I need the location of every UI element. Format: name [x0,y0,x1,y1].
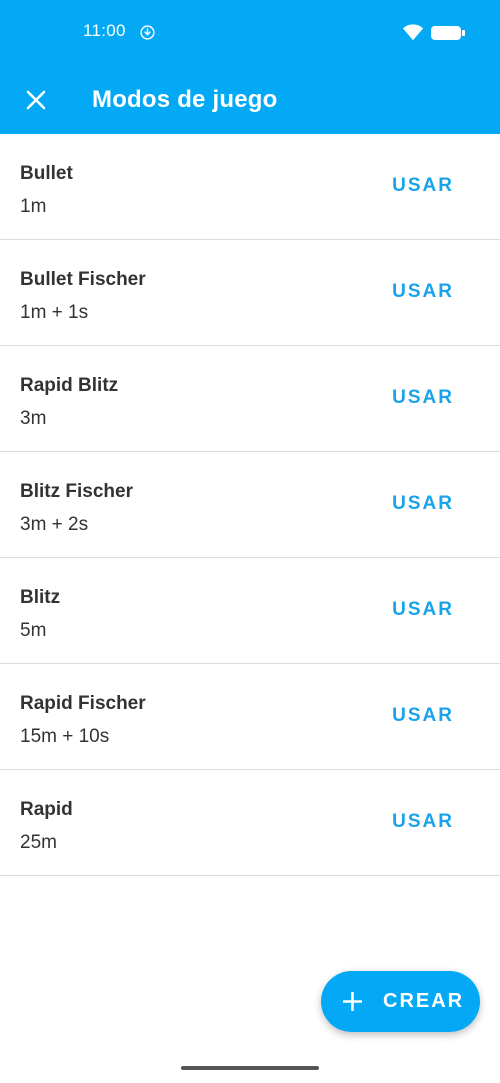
mode-name: Rapid [20,799,73,820]
mode-time: 15m + 10s [20,726,110,747]
use-button[interactable]: USAR [392,493,454,515]
list-item[interactable]: Bullet 1m USAR [0,134,500,240]
use-button[interactable]: USAR [392,811,454,833]
status-time: 11:00 [83,21,126,40]
wifi-icon [402,24,424,41]
mode-time: 3m [20,408,47,429]
game-modes-list: Bullet 1m USAR Bullet Fischer 1m + 1s US… [0,134,500,876]
use-button[interactable]: USAR [392,705,454,727]
use-button[interactable]: USAR [392,599,454,621]
home-indicator[interactable] [181,1066,319,1070]
plus-icon [343,992,362,1011]
mode-name: Rapid Blitz [20,375,119,396]
mode-name: Blitz Fischer [20,481,133,502]
list-item[interactable]: Rapid Blitz 3m USAR [0,346,500,452]
list-item[interactable]: Blitz Fischer 3m + 2s USAR [0,452,500,558]
mode-time: 3m + 2s [20,514,89,535]
mode-time: 1m + 1s [20,302,89,323]
mode-time: 5m [20,620,47,641]
close-icon [26,90,46,110]
list-item[interactable]: Rapid 25m USAR [0,770,500,876]
mode-name: Bullet [20,163,73,184]
battery-full-icon [431,26,465,40]
mode-name: Rapid Fischer [20,693,146,714]
mode-time: 1m [20,196,47,217]
mode-time: 25m [20,832,57,853]
sync-download-icon [140,25,155,40]
create-button[interactable]: CREAR [321,971,480,1032]
use-button[interactable]: USAR [392,281,454,303]
app-bar: Modos de juego [0,66,500,134]
close-button[interactable] [16,80,56,120]
mode-name: Blitz [20,587,61,608]
list-item[interactable]: Blitz 5m USAR [0,558,500,664]
status-bar: 11:00 [0,0,500,66]
use-button[interactable]: USAR [392,387,454,409]
list-item[interactable]: Rapid Fischer 15m + 10s USAR [0,664,500,770]
use-button[interactable]: USAR [392,175,454,197]
list-item[interactable]: Bullet Fischer 1m + 1s USAR [0,240,500,346]
create-button-label: CREAR [383,990,465,1012]
mode-name: Bullet Fischer [20,269,146,290]
page-title: Modos de juego [92,86,278,113]
